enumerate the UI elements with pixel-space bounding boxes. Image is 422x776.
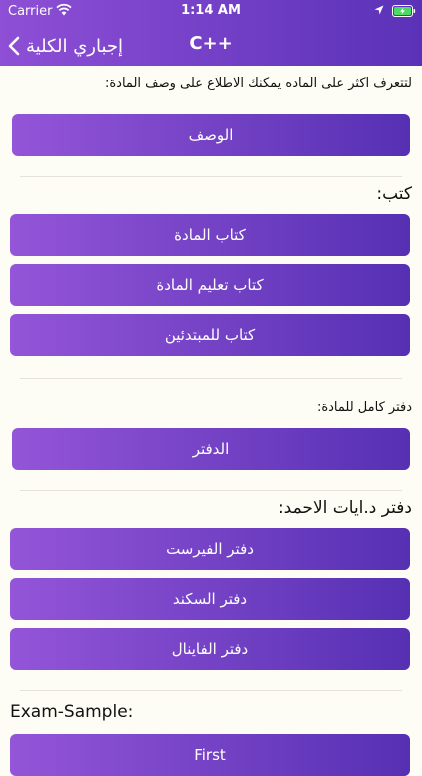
status-bar: Carrier 1:14 AM — [0, 0, 422, 22]
exam-sample-heading: Exam-Sample: — [10, 702, 134, 722]
navigation-header: Carrier 1:14 AM إجباري الكلية C++ — [0, 0, 422, 66]
chevron-left-icon — [8, 36, 20, 56]
description-intro: لتتعرف اكثر على الماده يمكنك الاطلاع على… — [104, 76, 412, 91]
book-teaching-button[interactable]: كتاب تعليم المادة — [10, 264, 410, 306]
book-course-button[interactable]: كتاب المادة — [10, 214, 410, 256]
description-button[interactable]: الوصف — [12, 114, 410, 156]
divider — [20, 690, 402, 691]
status-time: 1:14 AM — [181, 3, 241, 18]
back-button-label: إجباري الكلية — [26, 35, 124, 57]
back-button[interactable]: إجباري الكلية — [8, 30, 123, 62]
book-beginners-button[interactable]: كتاب للمبتدئين — [10, 314, 410, 356]
divider — [20, 176, 402, 177]
notebook-second-button[interactable]: دفتر السكند — [10, 578, 410, 620]
ahmad-notebooks-heading: دفتر د.ايات الاحمد: — [277, 498, 412, 518]
divider — [20, 378, 402, 379]
notebook-first-button[interactable]: دفتر الفيرست — [10, 528, 410, 570]
divider — [20, 490, 402, 491]
location-arrow-icon — [374, 5, 384, 15]
notebook-button[interactable]: الدفتر — [12, 428, 410, 470]
battery-charging-icon — [392, 5, 416, 17]
exam-first-button[interactable]: First — [10, 734, 410, 776]
books-heading: كتب: — [376, 184, 412, 204]
notebook-heading: دفتر كامل للمادة: — [316, 400, 412, 415]
notebook-final-button[interactable]: دفتر الفاينال — [10, 628, 410, 670]
